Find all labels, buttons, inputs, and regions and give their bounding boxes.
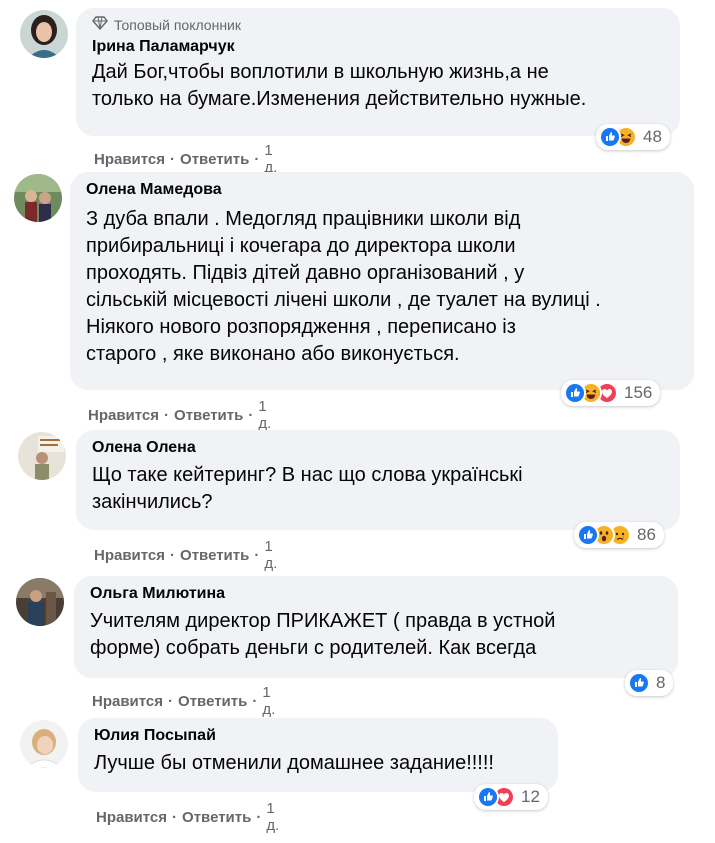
avatar[interactable] [16, 578, 64, 626]
badge-label: Топовый поклонник [114, 16, 241, 33]
avatar[interactable] [18, 432, 66, 480]
reaction-count: 8 [656, 673, 666, 692]
reactions-summary[interactable]: 12 [474, 784, 548, 810]
timestamp[interactable]: 1 д. [264, 142, 277, 176]
comment-author[interactable]: Ольга Милютина [90, 584, 664, 604]
reaction-count: 48 [643, 127, 662, 146]
like-button[interactable]: Нравится [94, 547, 165, 564]
comment-author[interactable]: Олена Мамедова [86, 180, 680, 200]
separator: · [252, 692, 258, 710]
reaction-count: 12 [521, 787, 540, 806]
reactions-summary[interactable]: 156 [561, 380, 661, 406]
like-icon [628, 672, 650, 694]
reply-button[interactable]: Ответить [180, 547, 249, 564]
comment-text: Дай Бог,чтобы воплотили в школьную жизнь… [92, 61, 587, 110]
comment-actions: Нравится · Ответить · 1 д. [94, 538, 277, 572]
like-icon [564, 382, 586, 404]
reply-button[interactable]: Ответить [174, 407, 243, 424]
timestamp[interactable]: 1 д. [266, 800, 279, 834]
like-icon [599, 126, 621, 148]
reactions-summary[interactable]: 86 [574, 522, 664, 548]
reply-button[interactable]: Ответить [178, 693, 247, 710]
comment-text: Що таке кейтеринг? В нас що слова україн… [92, 464, 523, 513]
reaction-count: 86 [637, 525, 656, 544]
comment-actions: Нравится · Ответить · 1 д. [88, 398, 271, 432]
comment-text: Лучше бы отменили домашнее задание!!!!! [94, 752, 494, 774]
separator: · [248, 406, 254, 424]
reply-button[interactable]: Ответить [180, 151, 249, 168]
comment-author[interactable]: Ірина Паламарчук [92, 37, 666, 57]
like-button[interactable]: Нравится [92, 693, 163, 710]
comment-bubble: Олена Олена Що таке кейтеринг? В нас що … [76, 430, 680, 530]
separator: · [254, 150, 260, 168]
reply-button[interactable]: Ответить [182, 809, 251, 826]
reactions-summary[interactable]: 48 [596, 124, 670, 150]
timestamp[interactable]: 1 д. [264, 538, 277, 572]
top-fan-badge: Топовый поклонник [92, 16, 666, 33]
diamond-icon [92, 16, 108, 33]
like-button[interactable]: Нравится [94, 151, 165, 168]
avatar[interactable] [20, 10, 68, 58]
comment-bubble: Ольга Милютина Учителям директор ПРИКАЖЕ… [74, 576, 678, 678]
comment-actions: Нравится · Ответить · 1 д. [94, 142, 277, 176]
separator: · [256, 808, 262, 826]
comment-actions: Нравится · Ответить · 1 д. [92, 684, 275, 718]
comment-author[interactable]: Олена Олена [92, 438, 666, 458]
timestamp[interactable]: 1 д. [258, 398, 271, 432]
comment-bubble: Олена Мамедова З дуба впали . Медогляд п… [70, 172, 694, 390]
like-icon [577, 524, 599, 546]
avatar[interactable] [20, 720, 68, 768]
avatar[interactable] [14, 174, 62, 222]
reaction-count: 156 [624, 383, 653, 402]
comment-actions: Нравится · Ответить · 1 д. [96, 800, 279, 834]
reactions-summary[interactable]: 8 [625, 670, 674, 696]
separator: · [170, 546, 176, 564]
like-icon [477, 786, 499, 808]
separator: · [164, 406, 170, 424]
timestamp[interactable]: 1 д. [262, 684, 275, 718]
like-button[interactable]: Нравится [96, 809, 167, 826]
comment-text: Учителям директор ПРИКАЖЕТ ( правда в ус… [90, 610, 556, 659]
separator: · [170, 150, 176, 168]
comment-bubble: Топовый поклонник Ірина Паламарчук Дай Б… [76, 8, 680, 136]
separator: · [172, 808, 178, 826]
comment-bubble: Юлия Посыпай Лучше бы отменили домашнее … [78, 718, 558, 792]
separator: · [254, 546, 260, 564]
comment-author[interactable]: Юлия Посыпай [94, 726, 544, 746]
comment-text: З дуба впали . Медогляд працівники школи… [86, 208, 601, 365]
separator: · [168, 692, 174, 710]
like-button[interactable]: Нравится [88, 407, 159, 424]
